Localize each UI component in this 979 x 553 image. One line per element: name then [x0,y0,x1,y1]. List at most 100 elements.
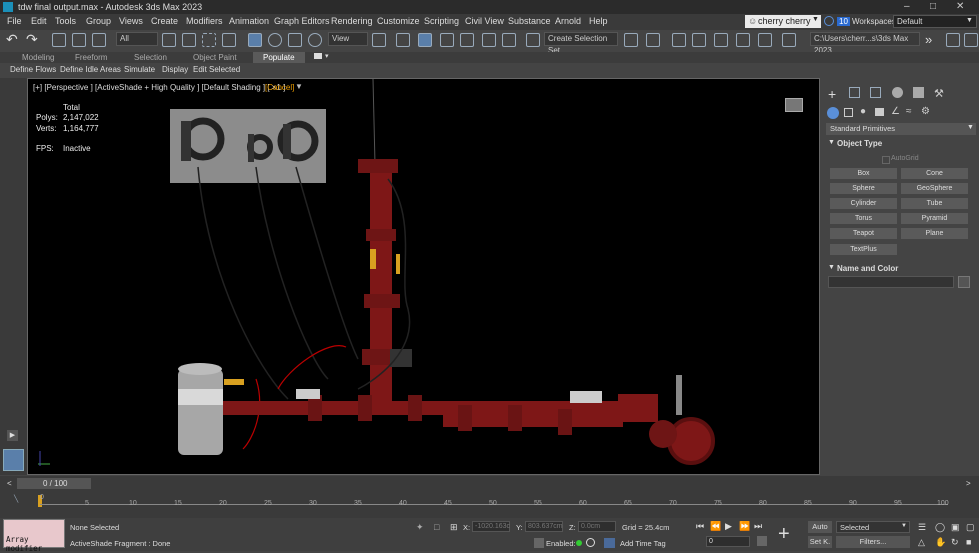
name-and-color-title[interactable]: Name and Color [837,264,898,273]
menu-tools[interactable]: Tools [55,16,76,26]
chevron-down-icon[interactable]: ▾ [325,52,329,60]
perspective-viewport[interactable]: [+] [Perspective ] [ActiveShade + High Q… [27,78,820,475]
redo-icon[interactable]: ↷ [26,31,40,47]
z-coord-field[interactable]: 0.0cm [578,521,616,532]
isolate-selection-icon[interactable]: ✦ [416,522,424,533]
tab-selection[interactable]: Selection [134,53,167,62]
pan-view-icon[interactable]: ☰ [918,522,926,533]
keyboard-shortcut-override-icon[interactable] [418,33,432,47]
enabled-indicator[interactable] [576,540,582,546]
project-path-field[interactable]: C:\Users\cherr...s\3ds Max 2023 [810,32,920,55]
curve-editor-icon[interactable] [714,33,728,47]
play-icon[interactable]: ▶ [725,521,732,532]
key-filters-button[interactable]: Filters... [836,536,910,548]
menu-animation[interactable]: Animation [229,16,269,26]
unlink-icon[interactable] [72,33,86,47]
edit-named-selection-icon[interactable] [526,33,540,47]
time-back-arrow-icon[interactable]: < [7,479,12,488]
percent-snap-icon[interactable] [482,33,496,47]
render-setup-icon[interactable] [782,33,796,47]
systems-icon[interactable]: ⚙ [921,106,930,117]
move-icon[interactable] [248,33,262,47]
auto-key-button[interactable]: Auto [808,521,832,533]
textplus-button[interactable]: TextPlus [830,244,897,255]
time-forward-arrow-icon[interactable]: > [966,479,971,488]
place-icon[interactable] [308,33,322,47]
previous-frame-icon[interactable]: ⏪ [710,521,721,532]
menu-help[interactable]: Help [589,16,608,26]
user-account-dropdown[interactable]: ☺ cherry cherry ▼ [745,15,821,28]
set-key-big-icon[interactable]: + [778,523,790,546]
spinner-snap-icon[interactable] [502,33,516,47]
select-manipulate-icon[interactable] [396,33,410,47]
cone-button[interactable]: Cone [901,168,968,179]
display-tab-icon[interactable] [913,87,924,98]
object-color-swatch[interactable] [958,276,970,288]
reference-coordinate-dropdown[interactable]: View [328,32,368,46]
menu-arnold[interactable]: Arnold [555,16,581,26]
material-editor-icon[interactable] [758,33,772,47]
menu-file[interactable]: File [7,16,22,26]
align-icon[interactable] [646,33,660,47]
current-frame-field[interactable]: 0 [706,536,750,547]
collapse-icon[interactable]: ▼ [828,264,835,271]
time-tag-icon[interactable] [604,538,615,548]
collapse-icon[interactable]: ▼ [828,139,835,146]
define-flows-button[interactable]: Define Flows [10,65,56,74]
menu-group[interactable]: Group [86,16,111,26]
plane-button[interactable]: Plane [901,228,968,239]
motion-tab-icon[interactable] [892,87,903,98]
cylinder-button[interactable]: Cylinder [830,198,897,209]
time-config-icon[interactable] [757,536,767,546]
absolute-mode-icon[interactable]: ⊞ [450,522,458,533]
modify-tab-icon[interactable] [849,87,860,98]
snaps-toggle-icon[interactable] [440,33,454,47]
menu-civil-view[interactable]: Civil View [465,16,504,26]
window-crossing-icon[interactable] [222,33,236,47]
hierarchy-tab-icon[interactable] [870,87,881,98]
primitive-category-dropdown[interactable]: Standard Primitives ▼ [826,123,976,135]
lights-icon[interactable]: ● [860,106,866,117]
teapot-button[interactable]: Teapot [830,228,897,239]
edit-selected-button[interactable]: Edit Selected [193,65,240,74]
helpers-icon[interactable]: ∠ [891,106,900,117]
tab-freeform[interactable]: Freeform [75,53,107,62]
menu-modifiers[interactable]: Modifiers [186,16,223,26]
curve-editor-mini-icon[interactable]: ╲ [14,495,18,503]
geometry-icon[interactable] [827,107,839,119]
menu-create[interactable]: Create [151,16,178,26]
maximize-icon[interactable]: □ [930,1,936,12]
bind-spacewarp-icon[interactable] [92,33,106,47]
pivot-center-icon[interactable] [372,33,386,47]
menu-graph-editors[interactable]: Graph Editors [274,16,330,26]
tab-object-paint[interactable]: Object Paint [193,53,237,62]
next-frame-icon[interactable]: ⏩ [739,521,750,532]
add-time-tag-button[interactable]: Add Time Tag [620,539,666,548]
scale-icon[interactable] [288,33,302,47]
define-idle-areas-button[interactable]: Define Idle Areas [60,65,121,74]
adaptive-degradation-icon[interactable] [534,538,544,548]
pin-icon[interactable] [964,33,978,47]
zoom-all-icon[interactable]: ▣ [951,522,960,533]
rectangular-selection-icon[interactable] [202,33,216,47]
create-tab-icon[interactable]: + [828,86,836,102]
workspace-dropdown[interactable]: Default ▼ [893,15,977,28]
menu-rendering[interactable]: Rendering [331,16,373,26]
shapes-icon[interactable] [844,108,853,117]
track-bar[interactable]: ╲ 0 5 10 15 20 25 30 35 40 45 50 55 60 6… [0,492,979,518]
rotate-icon[interactable] [268,33,282,47]
close-icon[interactable]: ✕ [956,1,964,12]
geosphere-button[interactable]: GeoSphere [901,183,968,194]
space-warps-icon[interactable]: ≈ [906,106,912,117]
project-folder-icon[interactable] [946,33,960,47]
selection-filter-dropdown[interactable]: All [116,32,158,46]
pan-icon[interactable]: ✋ [935,537,946,548]
cameras-icon[interactable] [875,108,884,116]
undo-icon[interactable]: ↶ [6,31,20,47]
menu-views[interactable]: Views [119,16,143,26]
box-button[interactable]: Box [830,168,897,179]
torus-button[interactable]: Torus [830,213,897,224]
orbit-icon[interactable]: ↻ [951,537,959,548]
named-selection-dropdown[interactable]: Create Selection Set [544,32,618,55]
menu-substance[interactable]: Substance [508,16,551,26]
